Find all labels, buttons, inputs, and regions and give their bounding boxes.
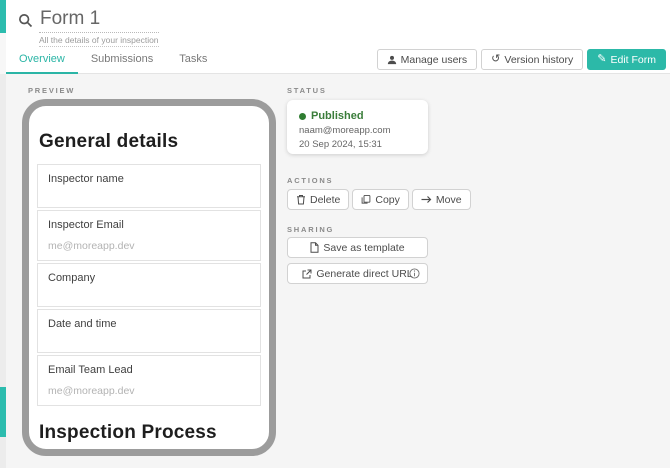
edit-form-label: Edit Form — [610, 54, 656, 66]
overview-content: PREVIEW General details Inspector name I… — [6, 75, 670, 468]
search-icon[interactable] — [18, 13, 33, 28]
copy-button[interactable]: Copy — [352, 189, 409, 210]
generate-direct-url-label: Generate direct URL — [316, 268, 412, 280]
title-row: Form 1 — [18, 8, 159, 33]
form-title-input[interactable]: Form 1 — [39, 8, 159, 33]
share-icon — [302, 269, 312, 279]
status-timestamp: 20 Sep 2024, 15:31 — [299, 139, 416, 150]
field-label: Date and time — [48, 318, 250, 330]
manage-users-button[interactable]: Manage users — [377, 49, 478, 70]
save-as-template-label: Save as template — [323, 242, 404, 254]
left-sidebar-strip — [0, 0, 6, 468]
save-as-template-button[interactable]: Save as template — [287, 237, 428, 258]
preview-field-company[interactable]: Company — [37, 263, 261, 307]
field-label: Email Team Lead — [48, 364, 250, 376]
edit-form-button[interactable]: ✎ Edit Form — [587, 49, 666, 70]
status-section-label: STATUS — [287, 86, 428, 95]
form-section-heading: General details — [39, 131, 261, 153]
user-icon — [387, 55, 397, 65]
generate-direct-url-button[interactable]: Generate direct URL — [287, 263, 428, 284]
status-badge: Published — [311, 110, 364, 122]
status-card: Published naam@moreapp.com 20 Sep 2024, … — [287, 100, 428, 154]
preview-field-inspector-email[interactable]: Inspector Email me@moreapp.dev — [37, 210, 261, 261]
field-placeholder: me@moreapp.dev — [48, 385, 250, 397]
delete-button[interactable]: Delete — [287, 189, 349, 210]
tab-overview[interactable]: Overview — [6, 47, 78, 74]
tab-tasks[interactable]: Tasks — [166, 47, 220, 74]
tab-bar: Overview Submissions Tasks — [6, 47, 220, 74]
status-email: naam@moreapp.com — [299, 125, 416, 136]
sidebar-active-segment-top[interactable] — [0, 0, 6, 33]
move-button[interactable]: Move — [412, 189, 471, 210]
copy-icon — [361, 194, 371, 205]
preview-field-head[interactable]: Head Clear — [37, 454, 261, 456]
sidebar-active-segment-bottom[interactable] — [0, 387, 6, 437]
version-history-button[interactable]: ↺ Version history — [481, 49, 583, 70]
field-label: Inspector Email — [48, 219, 250, 231]
field-label: Company — [48, 272, 250, 284]
sidebar-header-segment — [0, 33, 6, 74]
preview-section-label: PREVIEW — [28, 86, 75, 95]
move-label: Move — [436, 194, 462, 206]
manage-users-label: Manage users — [401, 54, 468, 66]
form-preview-phone-frame: General details Inspector name Inspector… — [22, 99, 276, 456]
field-placeholder: me@moreapp.dev — [48, 240, 250, 252]
pencil-icon: ✎ — [597, 54, 606, 65]
copy-label: Copy — [375, 194, 400, 206]
preview-field-email-team-lead[interactable]: Email Team Lead me@moreapp.dev — [37, 355, 261, 406]
preview-field-inspector-name[interactable]: Inspector name — [37, 164, 261, 208]
trash-icon — [296, 194, 306, 205]
actions-section-label: ACTIONS — [287, 176, 428, 185]
details-column: STATUS Published naam@moreapp.com 20 Sep… — [287, 75, 428, 284]
history-icon: ↺ — [491, 54, 500, 65]
page-header: Form 1 All the details of your inspectio… — [6, 0, 670, 74]
info-icon[interactable] — [409, 268, 420, 279]
arrow-right-icon — [421, 195, 432, 204]
actions-row: Delete Copy Move — [287, 189, 428, 210]
file-icon — [310, 242, 319, 253]
sharing-section-label: SHARING — [287, 225, 428, 234]
version-history-label: Version history — [504, 54, 573, 66]
preview-field-date-time[interactable]: Date and time — [37, 309, 261, 353]
form-section-heading: Inspection Process — [39, 422, 261, 444]
tab-submissions[interactable]: Submissions — [78, 47, 166, 74]
field-label: Inspector name — [48, 173, 250, 185]
published-dot-icon — [299, 113, 306, 120]
form-subtitle-input[interactable]: All the details of your inspection — [39, 35, 159, 47]
header-actions: Manage users ↺ Version history ✎ Edit Fo… — [377, 49, 666, 70]
published-row: Published — [299, 110, 416, 122]
delete-label: Delete — [310, 194, 340, 206]
